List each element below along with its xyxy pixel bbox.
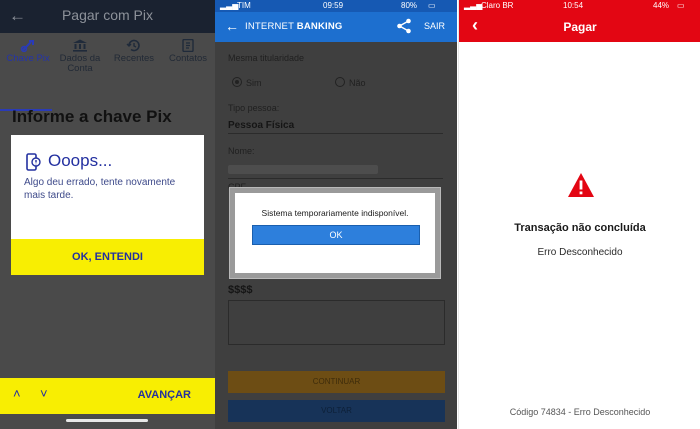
bottom-action-bar: ˄ ˅ AVANÇAR	[0, 378, 215, 414]
signal-icon: ▂▃▅	[464, 1, 483, 10]
tab-label: Contatos	[168, 53, 208, 64]
chevron-up-icon[interactable]: ˄	[13, 386, 21, 401]
tab-label: Dados da Conta	[59, 53, 101, 74]
dialog-ok-button[interactable]: OK	[252, 225, 420, 245]
error-title: Transação não concluída	[514, 222, 646, 234]
description-textarea[interactable]	[228, 300, 445, 345]
app-header: ← INTERNET BANKING SAIR	[215, 12, 457, 42]
continue-button[interactable]: CONTINUAR	[228, 371, 445, 393]
battery-icon: ▭	[677, 1, 685, 10]
field-underline	[228, 178, 443, 179]
warning-icon	[568, 173, 594, 197]
internet-banking-screen: ▂▃▅ TIM 09:59 80% ▭ ← INTERNET BANKING S…	[215, 0, 457, 429]
radio-no-label: Não	[349, 78, 366, 88]
phone-alert-icon	[26, 153, 41, 171]
name-field-redacted[interactable]	[228, 165, 378, 174]
tab-label: Chave Pix	[6, 53, 50, 64]
home-indicator	[66, 419, 148, 422]
tab-recentes[interactable]: Recentes	[106, 33, 162, 78]
clock: 10:54	[563, 1, 584, 10]
header-title: INTERNET BANKING	[245, 21, 343, 32]
app-header: ‹ Pagar	[459, 12, 700, 42]
tab-label: Recentes	[113, 53, 155, 64]
field-underline	[228, 133, 443, 134]
tab-dados-conta[interactable]: Dados da Conta	[52, 33, 108, 78]
radio-no[interactable]	[335, 77, 345, 87]
carrier-name: Claro BR	[481, 1, 514, 10]
status-bar: ▂▃▅ TIM 09:59 80% ▭	[215, 0, 457, 12]
share-icon[interactable]	[396, 18, 412, 34]
person-type-select[interactable]: Pessoa Física	[228, 120, 294, 131]
history-icon	[126, 39, 140, 52]
error-code: Código 74834 - Erro Desconhecido	[509, 407, 651, 417]
ok-understood-button[interactable]: OK, ENTENDI	[11, 239, 204, 275]
page-heading: Informe a chave Pix	[12, 107, 172, 126]
santander-payment-screen: ▂▃▅ Claro BR 10:54 44% ▭ ‹ Pagar Transaç…	[458, 0, 700, 429]
app-header: ← Pagar com Pix	[0, 0, 215, 33]
name-label: Nome:	[228, 146, 255, 156]
page-title: Pagar	[563, 20, 597, 34]
radio-yes[interactable]	[232, 77, 242, 87]
error-subtitle: Erro Desconhecido	[537, 247, 623, 258]
person-type-label: Tipo pessoa:	[228, 103, 280, 113]
dialog-message: Sistema temporariamente indisponível.	[261, 208, 409, 218]
battery-percent: 80%	[401, 1, 418, 10]
header-title-prefix: INTERNET	[245, 21, 297, 32]
signal-icon: ▂▃▅	[220, 1, 239, 10]
tab-bar: Chave Pix Dados da Conta Recentes Contat…	[0, 33, 215, 111]
back-button[interactable]: VOLTAR	[228, 400, 445, 422]
tab-contatos[interactable]: Contatos	[160, 33, 215, 78]
tab-chave-pix[interactable]: Chave Pix	[0, 33, 56, 78]
contacts-icon	[182, 39, 194, 52]
system-unavailable-dialog: Sistema temporariamente indisponível. OK	[235, 193, 435, 273]
radio-yes-label: Sim	[246, 78, 262, 88]
pix-app-screen: ← Pagar com Pix Chave Pix Dados da Conta…	[0, 0, 215, 429]
modal-title: Ooops...	[48, 151, 113, 170]
header-title-bold: BANKING	[296, 21, 343, 32]
bank-icon	[73, 39, 87, 52]
back-arrow-icon[interactable]: ←	[225, 18, 239, 34]
exit-button[interactable]: SAIR	[424, 21, 445, 31]
battery-percent: 44%	[653, 1, 670, 10]
carrier-name: TIM	[237, 1, 251, 10]
clock: 09:59	[323, 1, 344, 10]
battery-icon: ▭	[428, 1, 436, 10]
pix-key-icon	[20, 40, 34, 52]
amount-value: $$$$	[228, 284, 253, 296]
modal-message: Algo deu errado, tente novamente mais ta…	[24, 177, 176, 201]
page-title: Pagar com Pix	[61, 7, 154, 23]
advance-button[interactable]: AVANÇAR	[138, 389, 191, 401]
error-modal: Ooops... Algo deu errado, tente novament…	[11, 135, 204, 275]
chevron-down-icon[interactable]: ˅	[40, 386, 48, 401]
screenshot-collage: ← Pagar com Pix Chave Pix Dados da Conta…	[0, 0, 700, 429]
same-owner-label: Mesma titularidade	[228, 53, 305, 63]
status-bar: ▂▃▅ Claro BR 10:54 44% ▭	[459, 0, 700, 12]
